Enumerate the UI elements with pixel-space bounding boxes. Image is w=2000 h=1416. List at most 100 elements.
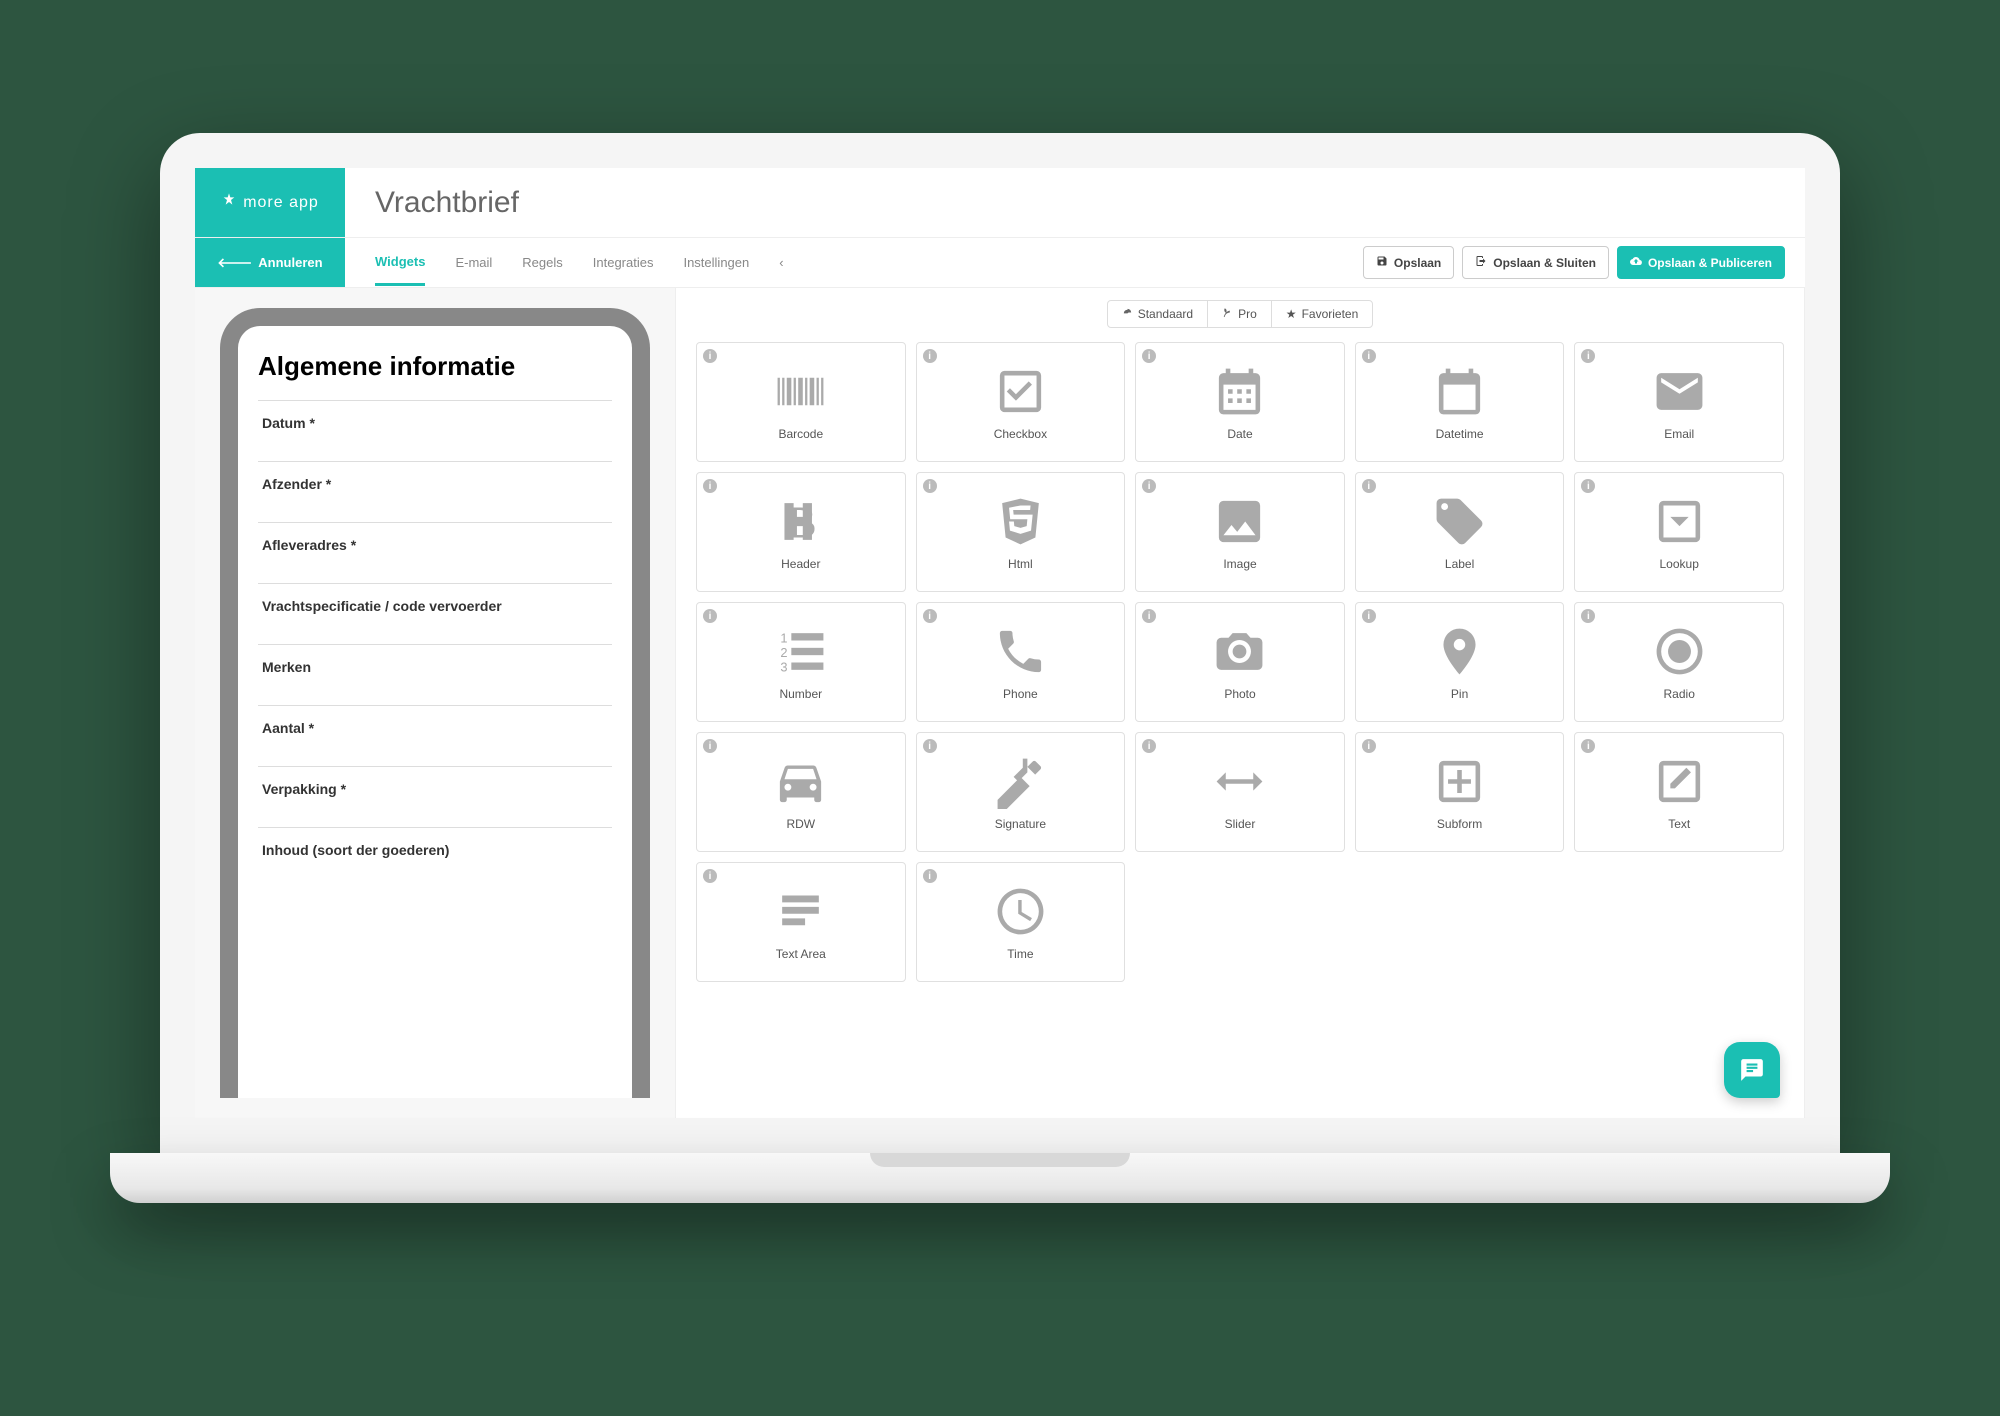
subform-icon (1432, 754, 1487, 809)
info-icon[interactable]: i (1362, 609, 1376, 623)
svg-text:2: 2 (781, 645, 788, 660)
widget-text[interactable]: iText (1574, 732, 1784, 852)
checkbox-icon (993, 364, 1048, 419)
tab-bar: Widgets E-mail Regels Integraties Instel… (345, 238, 784, 287)
widget-time[interactable]: iTime (916, 862, 1126, 982)
radio-icon (1652, 624, 1707, 679)
info-icon[interactable]: i (1362, 739, 1376, 753)
logout-icon (1475, 255, 1487, 270)
number-icon: 123 (773, 624, 828, 679)
page-title: Vrachtbrief (345, 168, 1805, 237)
form-field[interactable]: Afzender * (258, 461, 612, 522)
widget-label: Email (1664, 427, 1694, 441)
widget-radio[interactable]: iRadio (1574, 602, 1784, 722)
tab-integrations[interactable]: Integraties (593, 241, 654, 284)
car-icon (773, 754, 828, 809)
filter-standard[interactable]: Standaard (1108, 301, 1208, 327)
filter-favorites[interactable]: ★ Favorieten (1272, 301, 1372, 327)
tab-email[interactable]: E-mail (455, 241, 492, 284)
info-icon[interactable]: i (1581, 609, 1595, 623)
save-icon (1376, 255, 1388, 270)
widget-label: Slider (1225, 817, 1256, 831)
widget-header[interactable]: iBHeader (696, 472, 906, 592)
info-icon[interactable]: i (1142, 479, 1156, 493)
widget-label: Image (1223, 557, 1256, 571)
widget-phone[interactable]: i Phone (916, 602, 1126, 722)
arrow-left-icon: 🡐 (217, 255, 252, 271)
form-field[interactable]: Datum * (258, 400, 612, 461)
widget-number[interactable]: i123Number (696, 602, 906, 722)
filter-pro[interactable]: Pro (1208, 301, 1272, 327)
brand-logo[interactable]: more app (195, 168, 345, 237)
save-close-button[interactable]: Opslaan & Sluiten (1462, 246, 1609, 279)
widget-calendar-grid[interactable]: i Date (1135, 342, 1345, 462)
cloud-upload-icon (1630, 255, 1642, 270)
widget-subform[interactable]: iSubform (1355, 732, 1565, 852)
info-icon[interactable]: i (923, 869, 937, 883)
form-field[interactable]: Vrachtspecificatie / code vervoerder (258, 583, 612, 644)
info-icon[interactable]: i (1142, 349, 1156, 363)
widget-label: Photo (1224, 687, 1255, 701)
widget-signature[interactable]: iSignature (916, 732, 1126, 852)
info-icon[interactable]: i (1581, 349, 1595, 363)
widget-html[interactable]: iHtml (916, 472, 1126, 592)
svg-text:B: B (786, 496, 817, 547)
info-icon[interactable]: i (923, 739, 937, 753)
dashboard-icon (1122, 307, 1133, 321)
widget-label: Lookup (1660, 557, 1699, 571)
widget-label: Date (1227, 427, 1252, 441)
save-button[interactable]: Opslaan (1363, 246, 1454, 279)
chat-button[interactable] (1724, 1042, 1780, 1098)
info-icon[interactable]: i (703, 739, 717, 753)
info-icon[interactable]: i (703, 869, 717, 883)
info-icon[interactable]: i (1362, 479, 1376, 493)
widget-email[interactable]: i Email (1574, 342, 1784, 462)
widget-lookup[interactable]: i Lookup (1574, 472, 1784, 592)
form-field[interactable]: Afleveradres * (258, 522, 612, 583)
info-icon[interactable]: i (703, 609, 717, 623)
widget-label: Pin (1451, 687, 1468, 701)
label-icon (1432, 494, 1487, 549)
info-icon[interactable]: i (1581, 479, 1595, 493)
widget-car[interactable]: iRDW (696, 732, 906, 852)
widget-label: Checkbox (994, 427, 1047, 441)
widget-calendar[interactable]: i Datetime (1355, 342, 1565, 462)
info-icon[interactable]: i (703, 479, 717, 493)
cancel-button[interactable]: 🡐 Annuleren (195, 238, 345, 287)
info-icon[interactable]: i (1581, 739, 1595, 753)
widget-barcode[interactable]: i Barcode (696, 342, 906, 462)
widget-label: Label (1445, 557, 1474, 571)
form-field[interactable]: Aantal * (258, 705, 612, 766)
info-icon[interactable]: i (703, 349, 717, 363)
widget-label[interactable]: i Label (1355, 472, 1565, 592)
info-icon[interactable]: i (923, 479, 937, 493)
save-publish-button[interactable]: Opslaan & Publiceren (1617, 246, 1785, 279)
widget-label: Phone (1003, 687, 1038, 701)
calendar-icon (1432, 364, 1487, 419)
widget-label: Barcode (778, 427, 823, 441)
info-icon[interactable]: i (923, 349, 937, 363)
tab-collapse-icon[interactable]: ‹ (779, 241, 783, 284)
info-icon[interactable]: i (1142, 609, 1156, 623)
form-preview: Algemene informatie Datum * Afzender * A… (220, 308, 650, 1098)
widget-textarea[interactable]: iText Area (696, 862, 906, 982)
widget-image[interactable]: i Image (1135, 472, 1345, 592)
widget-photo[interactable]: i Photo (1135, 602, 1345, 722)
widget-slider[interactable]: i Slider (1135, 732, 1345, 852)
info-icon[interactable]: i (1142, 739, 1156, 753)
info-icon[interactable]: i (923, 609, 937, 623)
form-field[interactable]: Verpakking * (258, 766, 612, 827)
lookup-icon (1652, 494, 1707, 549)
widget-checkbox[interactable]: i Checkbox (916, 342, 1126, 462)
widget-pin[interactable]: i Pin (1355, 602, 1565, 722)
tab-widgets[interactable]: Widgets (375, 240, 425, 286)
svg-text:3: 3 (781, 659, 788, 674)
email-icon (1652, 364, 1707, 419)
info-icon[interactable]: i (1362, 349, 1376, 363)
tab-rules[interactable]: Regels (522, 241, 562, 284)
form-field[interactable]: Inhoud (soort der goederen) (258, 827, 612, 888)
leaf-icon (1222, 307, 1233, 321)
tab-settings[interactable]: Instellingen (683, 241, 749, 284)
widget-label: Datetime (1436, 427, 1484, 441)
form-field[interactable]: Merken (258, 644, 612, 705)
